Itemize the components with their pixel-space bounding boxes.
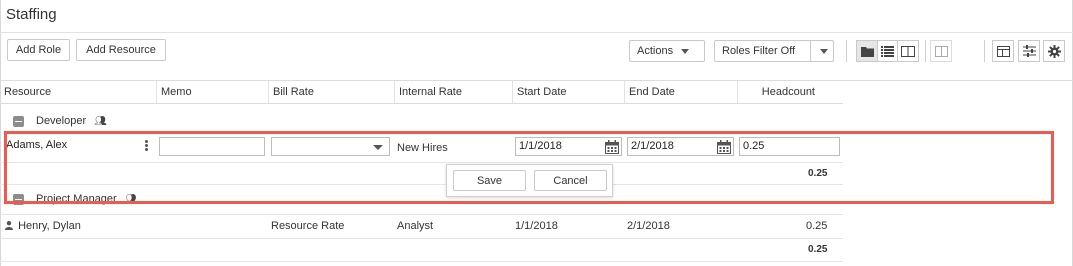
row-divider <box>0 214 843 215</box>
memo-input[interactable] <box>159 137 265 156</box>
settings-button[interactable] <box>1043 40 1065 62</box>
internal-rate-value: Analyst <box>397 220 434 232</box>
row-edit-popup: Save Cancel <box>446 164 613 197</box>
start-date-value: 1/1/2018 <box>519 140 562 152</box>
calendar-icon[interactable] <box>717 140 731 154</box>
collapse-icon[interactable] <box>13 115 24 127</box>
list-view-button[interactable] <box>877 40 898 62</box>
header-filler <box>843 80 1073 104</box>
roles-filter-label: Roles Filter Off <box>722 45 796 57</box>
collapse-icon[interactable] <box>13 193 24 205</box>
start-date-value: 1/1/2018 <box>515 220 558 232</box>
add-role-button[interactable]: Add Role <box>7 39 70 61</box>
add-person-icon[interactable]: 👥︎ <box>125 194 138 205</box>
panel-button[interactable] <box>930 40 952 62</box>
start-date-input[interactable]: 1/1/2018 <box>515 137 622 156</box>
resource-name: Henry, Dylan <box>18 220 81 232</box>
resource-field[interactable]: Adams, Alex <box>4 137 153 156</box>
save-button[interactable]: Save <box>453 170 526 191</box>
toolbar-divider <box>846 40 847 62</box>
column-header-resource[interactable]: Resource <box>0 81 156 103</box>
group-subtotal: 0.25 <box>808 168 828 179</box>
filter-settings-button[interactable] <box>1018 40 1040 62</box>
toolbar-divider <box>925 40 926 62</box>
grid-header: Resource Memo Bill Rate Internal Rate St… <box>0 80 843 104</box>
end-date-input[interactable]: 2/1/2018 <box>627 137 734 156</box>
row-divider <box>0 238 843 239</box>
folder-icon <box>860 46 874 57</box>
group-subtotal: 0.25 <box>808 244 828 255</box>
end-date-value: 2/1/2018 <box>627 220 670 232</box>
toolbar-divider <box>984 40 985 62</box>
group-header-project-manager[interactable]: Project Manager 👥︎ <box>13 192 137 206</box>
end-date-value: 2/1/2018 <box>631 140 674 152</box>
headcount-input[interactable]: 0.25 <box>739 137 840 156</box>
caret-down-icon <box>681 48 690 54</box>
column-header-headcount[interactable]: Headcount <box>737 81 843 103</box>
column-header-bill-rate[interactable]: Bill Rate <box>268 81 394 103</box>
gear-icon <box>1047 44 1061 58</box>
row-divider <box>0 162 843 163</box>
cancel-button[interactable]: Cancel <box>534 170 607 191</box>
group-header-developer[interactable]: Developer 👥︎ <box>13 114 107 128</box>
column-header-internal-rate[interactable]: Internal Rate <box>394 81 512 103</box>
sliders-icon <box>1022 45 1036 57</box>
layout-icon <box>996 45 1010 57</box>
table-row[interactable]: Henry, Dylan <box>5 220 81 232</box>
row-divider <box>0 184 843 185</box>
list-icon <box>881 45 894 57</box>
row-divider <box>0 261 843 262</box>
bill-rate-select[interactable] <box>271 137 390 156</box>
roles-filter-dropdown[interactable]: Roles Filter Off <box>714 40 834 62</box>
page-title: Staffing <box>6 6 57 23</box>
panel-icon <box>934 45 948 57</box>
split-view-button[interactable] <box>897 40 919 62</box>
group-label: Project Manager <box>36 193 117 205</box>
actions-label: Actions <box>637 45 674 57</box>
split-view-icon <box>901 45 915 57</box>
split-divider <box>810 41 811 61</box>
add-person-icon[interactable]: 👥︎ <box>94 116 107 127</box>
column-header-memo[interactable]: Memo <box>156 81 268 103</box>
resource-value: Adams, Alex <box>6 139 68 151</box>
more-options-icon[interactable] <box>145 140 148 152</box>
title-divider <box>0 32 1073 33</box>
column-header-end-date[interactable]: End Date <box>624 81 737 103</box>
column-header-start-date[interactable]: Start Date <box>512 81 624 103</box>
actions-dropdown[interactable]: Actions <box>629 40 705 62</box>
bill-rate-value: Resource Rate <box>271 220 345 232</box>
group-label: Developer <box>36 115 87 127</box>
panel-options-button[interactable] <box>956 40 978 62</box>
headcount-value: 0.25 <box>806 220 828 232</box>
calendar-icon[interactable] <box>605 140 619 154</box>
folder-view-button[interactable] <box>856 40 878 62</box>
internal-rate-value: New Hires <box>397 142 448 154</box>
layout-button[interactable] <box>992 40 1014 62</box>
add-resource-button[interactable]: Add Resource <box>76 39 166 61</box>
person-icon <box>5 221 13 230</box>
caret-down-icon <box>820 49 828 54</box>
caret-down-icon <box>373 145 383 150</box>
